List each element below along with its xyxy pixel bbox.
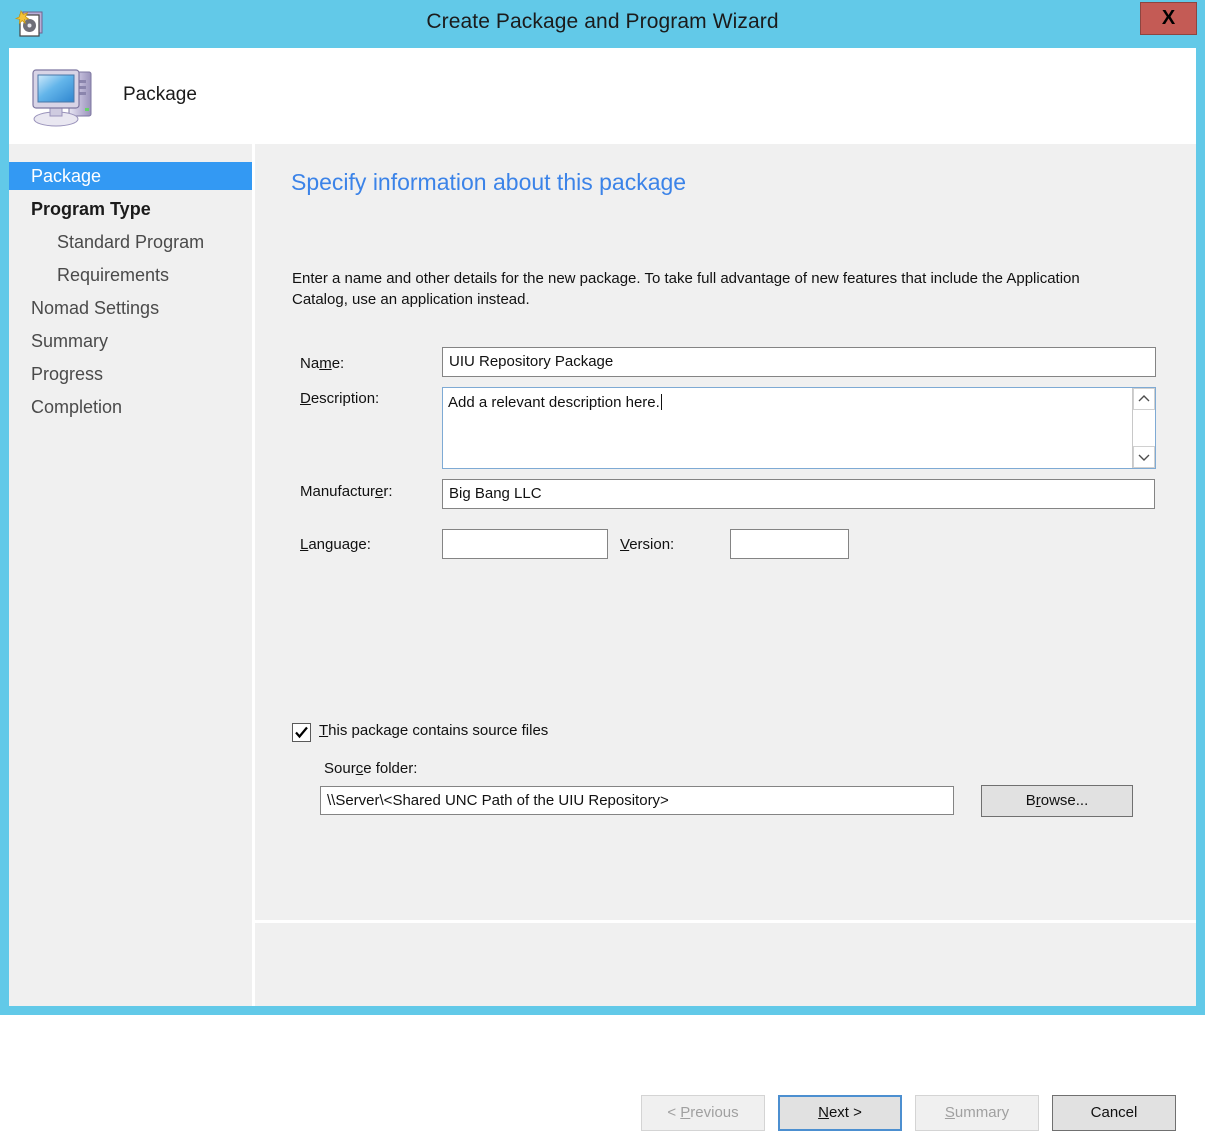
source-folder-input[interactable]: \\Server\<Shared UNC Path of the UIU Rep… xyxy=(320,786,954,815)
browse-button[interactable]: Browse... xyxy=(981,785,1133,817)
language-input[interactable] xyxy=(442,529,608,559)
header-title: Package xyxy=(123,84,197,105)
chevron-down-icon[interactable] xyxy=(1133,446,1155,468)
wizard-header: Package xyxy=(9,48,1196,144)
wizard-window: Create Package and Program Wizard X Pack… xyxy=(0,0,1205,1131)
previous-button[interactable]: < Previous xyxy=(641,1095,765,1131)
source-folder-label: Source folder: xyxy=(324,760,418,777)
page-description: Enter a name and other details for the n… xyxy=(292,270,1080,308)
description-scrollbar[interactable] xyxy=(1132,388,1155,468)
manufacturer-label: Manufacturer: xyxy=(300,483,393,500)
summary-button[interactable]: Summary xyxy=(915,1095,1039,1131)
manufacturer-input[interactable]: Big Bang LLC xyxy=(442,479,1155,509)
title-bar: Create Package and Program Wizard X xyxy=(0,0,1205,50)
description-label: Description: xyxy=(300,390,380,407)
sidebar-item-summary[interactable]: Summary xyxy=(9,327,252,355)
description-textarea[interactable]: Add a relevant description here. xyxy=(442,387,1156,469)
name-input[interactable]: UIU Repository Package xyxy=(442,347,1156,377)
chevron-up-icon[interactable] xyxy=(1133,388,1155,410)
sidebar-item-completion[interactable]: Completion xyxy=(9,393,252,421)
sidebar-item-nomad-settings[interactable]: Nomad Settings xyxy=(9,294,252,322)
source-files-label: This package contains source files xyxy=(319,722,549,739)
sidebar-item-requirements[interactable]: Requirements xyxy=(9,261,252,289)
wizard-footer: < Previous Next > Summary Cancel xyxy=(255,923,1196,1131)
version-input[interactable] xyxy=(730,529,849,559)
source-files-checkbox[interactable] xyxy=(292,723,311,742)
computer-monitor-icon xyxy=(28,60,102,132)
cancel-button[interactable]: Cancel xyxy=(1052,1095,1176,1131)
sidebar-item-standard-program[interactable]: Standard Program xyxy=(9,228,252,256)
next-button[interactable]: Next > xyxy=(778,1095,902,1131)
description-value: Add a relevant description here. xyxy=(448,394,660,411)
name-label: Name: xyxy=(300,355,345,372)
close-button[interactable]: X xyxy=(1140,2,1197,35)
wizard-sidebar: Package Program Type Standard Program Re… xyxy=(9,144,252,1006)
page-title: Specify information about this package xyxy=(291,169,687,195)
language-label: Language: xyxy=(300,536,371,553)
text-caret xyxy=(660,394,662,410)
wizard-body: Package Program Type Standard Program Re… xyxy=(9,144,1196,1131)
sidebar-item-progress[interactable]: Progress xyxy=(9,360,252,388)
wizard-content: Specify information about this package E… xyxy=(255,144,1196,1006)
sidebar-item-package[interactable]: Package xyxy=(9,162,252,190)
sidebar-item-program-type[interactable]: Program Type xyxy=(9,195,252,223)
window-title: Create Package and Program Wizard xyxy=(426,10,779,33)
version-label: Version: xyxy=(620,536,675,553)
